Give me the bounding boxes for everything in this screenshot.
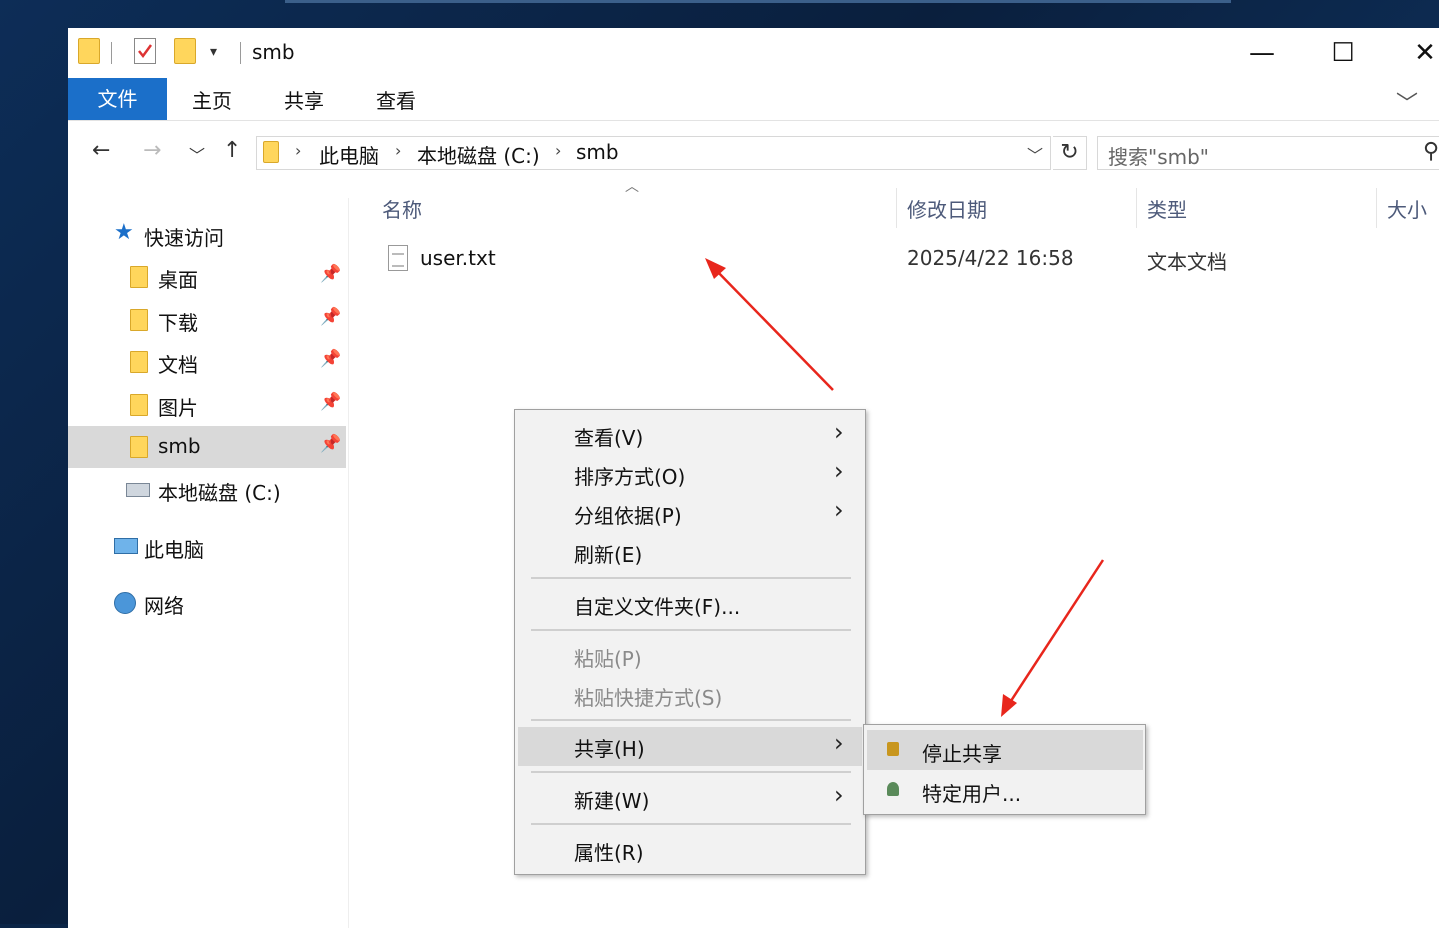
annotation-arrow-to-file [705,258,834,391]
annotation-arrow-to-stop-sharing [1001,559,1105,717]
annotation-arrows [705,258,1105,717]
